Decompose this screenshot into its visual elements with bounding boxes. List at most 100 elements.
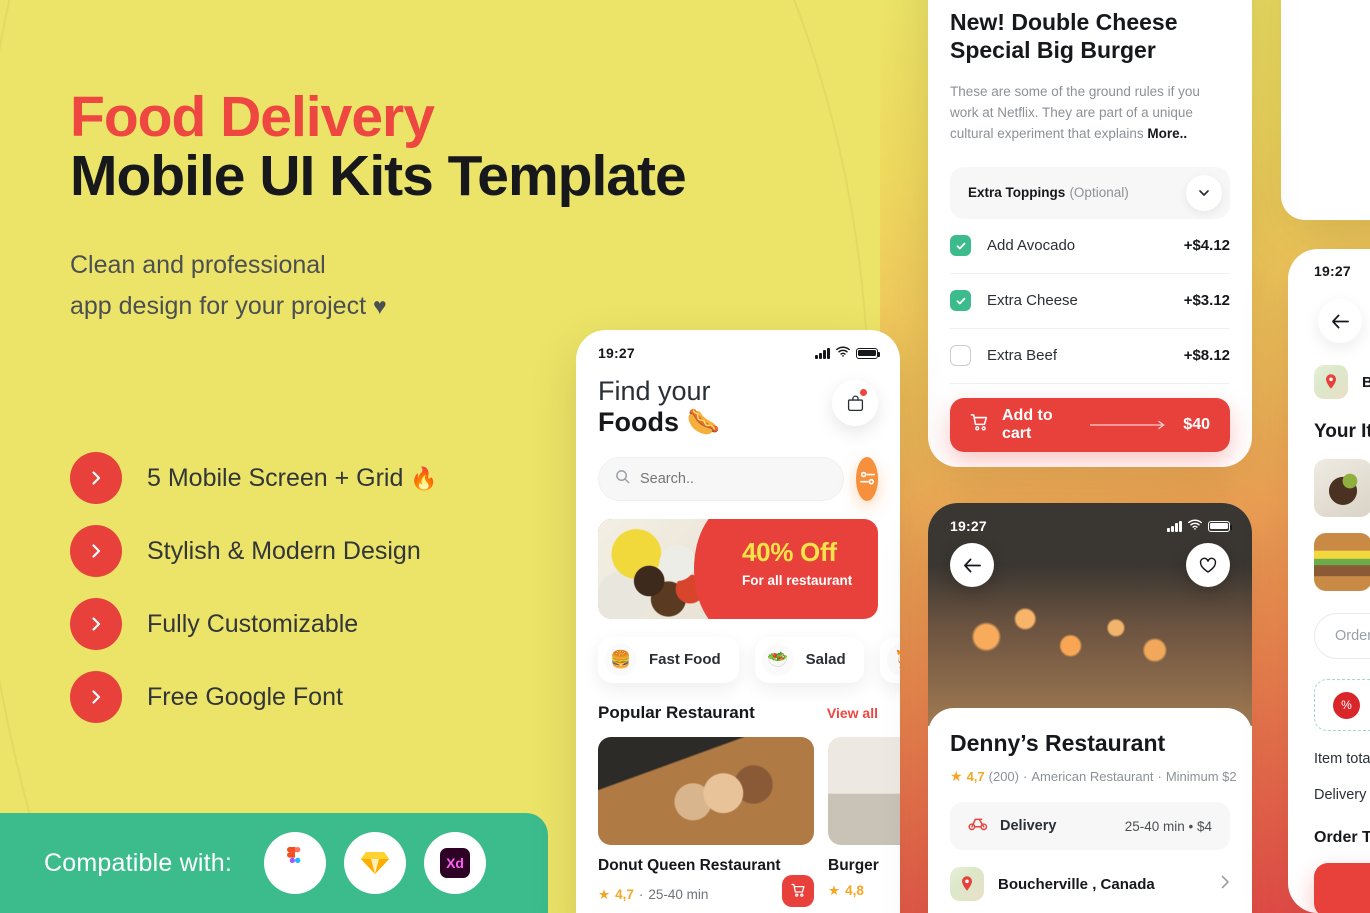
filter-icon[interactable] — [856, 456, 878, 501]
extra-toppings-accordion[interactable]: Extra Toppings (Optional) — [950, 166, 1230, 219]
home-header: Find your Foods 🌭 — [576, 362, 900, 439]
chevron-right-icon[interactable] — [1220, 875, 1230, 894]
restaurant-minimum: Minimum $2 — [1165, 769, 1237, 784]
checkbox-unchecked-icon[interactable] — [950, 345, 971, 367]
chevron-right-icon — [70, 452, 122, 504]
cart-item-row[interactable] — [1314, 533, 1370, 591]
view-all-link[interactable]: View all — [827, 705, 878, 721]
heart-icon: ♥ — [372, 292, 387, 319]
search-input[interactable] — [640, 470, 827, 487]
category-chip-fast-food[interactable]: 🍔 Fast Food — [598, 636, 739, 683]
restaurant-time: 25-40 min — [648, 887, 709, 903]
add-cart-icon[interactable] — [782, 874, 814, 907]
page-title: Food Delivery Mobile UI Kits Template — [70, 88, 830, 205]
burger-icon: 🍔 — [605, 643, 637, 676]
feature-label: Fully Customizable — [147, 610, 358, 639]
checkout-button[interactable] — [1314, 863, 1370, 913]
promo-code-box[interactable]: % — [1314, 679, 1370, 731]
status-icons — [1167, 517, 1233, 535]
feature-label: Stylish & Modern Design — [147, 537, 421, 566]
category-chip-drink[interactable]: 🍹 Drink — [879, 636, 900, 683]
restaurant-image — [828, 736, 900, 845]
more-link[interactable]: More.. — [1147, 126, 1187, 141]
feature-text: Fully Customizable — [147, 609, 359, 638]
category-chip-salad[interactable]: 🥗 Salad — [754, 636, 864, 683]
add-to-cart-price: $40 — [1183, 415, 1210, 433]
title-line-2: Mobile UI Kits Template — [70, 143, 687, 208]
topping-row-1[interactable]: Extra Cheese +$3.12 — [950, 274, 1230, 329]
feature-text: Stylish & Modern Design — [147, 536, 421, 565]
delivery-value: 25-40 min • $4 — [1124, 818, 1212, 834]
cart-location-row[interactable]: Bo — [1314, 365, 1370, 399]
topping-row-0[interactable]: Add Avocado +$4.12 — [950, 219, 1230, 274]
chevron-right-icon — [70, 598, 122, 650]
home-title: Find your Foods 🌭 — [598, 376, 720, 439]
cart-item-row[interactable] — [1314, 459, 1370, 517]
topping-row-2[interactable]: Extra Beef +$8.12 — [950, 329, 1230, 384]
restaurant-meta: ★ 4,8 — [828, 883, 864, 899]
order-total-label: Order Tot — [1314, 829, 1370, 846]
toppings-title: Extra Toppings — [968, 185, 1066, 201]
delivery-label: Delivery — [1000, 818, 1057, 834]
restaurant-location-row[interactable]: Boucherville , Canada — [950, 867, 1230, 901]
phone-screen-cart: 19:27 Bo Your Iten Order No % Item total — [1288, 249, 1370, 913]
discount-badge-icon: % — [1333, 691, 1360, 719]
promo-banner[interactable]: 40% Off For all restaurant — [598, 518, 878, 619]
category-chip-list: 🍔 Fast Food 🥗 Salad 🍹 Drink — [576, 619, 900, 683]
phone-screen-product-detail: New! Double Cheese Special Big Burger Th… — [928, 0, 1252, 467]
extra-toppings-label: Extra Toppings (Optional) — [968, 184, 1129, 201]
status-icons — [815, 344, 881, 362]
restaurant-location-name: Boucherville , Canada — [998, 875, 1155, 893]
back-button[interactable] — [950, 543, 994, 587]
order-note-placeholder: Order No — [1335, 628, 1370, 644]
restaurant-image — [598, 736, 814, 845]
cellular-icon — [1167, 520, 1182, 532]
topping-price: +$4.12 — [1183, 237, 1230, 255]
feature-item-1: Stylish & Modern Design — [70, 525, 438, 577]
status-bar: 19:27 — [576, 330, 900, 362]
tool-logo-list: Xd — [264, 832, 487, 894]
phone-screen-restaurant: 19:27 Denny’s Restaurant ★ 4,7 (200) · A… — [928, 503, 1252, 913]
order-note-input[interactable]: Order No — [1314, 613, 1370, 659]
favorite-button[interactable] — [1186, 543, 1230, 587]
sketch-logo — [344, 832, 407, 894]
checkbox-checked-icon[interactable] — [950, 235, 971, 257]
status-time: 19:27 — [1314, 263, 1351, 279]
feature-item-0: 5 Mobile Screen + Grid 🔥 — [70, 452, 438, 504]
restaurant-meta: ★ 4,7 · 25-40 min — [598, 887, 708, 903]
home-title-bold: Foods — [598, 407, 679, 438]
delivery-cost-label: Delivery co — [1314, 787, 1370, 803]
restaurant-hero-image: 19:27 — [928, 503, 1252, 726]
restaurant-subline: ★ 4,7 (200) · American Restaurant · Mini… — [950, 768, 1237, 785]
search-input-wrapper[interactable] — [598, 456, 844, 501]
popular-restaurant-header: Popular Restaurant View all — [576, 683, 900, 723]
home-title-light: Find your — [598, 376, 711, 406]
feature-text: Free Google Font — [147, 682, 343, 711]
search-icon — [615, 469, 630, 489]
battery-icon — [1208, 520, 1233, 532]
promo-discount: 40% Off — [742, 536, 837, 567]
subtitle-line-2: app design for your project — [70, 291, 367, 320]
star-icon: ★ — [598, 886, 611, 902]
status-bar: 19:27 — [1314, 249, 1370, 279]
confirmation-line-2: be — [1303, 0, 1370, 3]
restaurant-rating: 4,7 — [966, 769, 985, 784]
add-to-cart-button[interactable]: Add to cart $40 — [950, 397, 1230, 452]
steak-thumbnail — [1314, 459, 1370, 517]
chevron-down-icon[interactable] — [1186, 174, 1222, 211]
back-button[interactable] — [1318, 299, 1362, 343]
arrow-right-icon — [1090, 420, 1170, 430]
category-label: Fast Food — [649, 651, 721, 669]
salad-icon: 🥗 — [761, 643, 794, 676]
product-description: These are some of the ground rules if yo… — [950, 82, 1230, 145]
restaurant-name: Burger — [828, 856, 879, 874]
notification-dot — [860, 389, 867, 396]
compatible-label: Compatible with: — [44, 848, 233, 877]
shopping-bag-icon[interactable] — [832, 380, 878, 426]
cart-location-name: Bo — [1362, 373, 1370, 391]
section-title: Popular Restaurant — [598, 702, 755, 722]
compatible-with-bar: Compatible with: Xd — [0, 813, 548, 913]
restaurant-card[interactable]: Donut Queen Restaurant ★ 4,7 · 25-40 min — [598, 736, 814, 907]
restaurant-card[interactable]: Burger ★ 4,8 — [828, 736, 900, 907]
checkbox-checked-icon[interactable] — [950, 290, 971, 312]
